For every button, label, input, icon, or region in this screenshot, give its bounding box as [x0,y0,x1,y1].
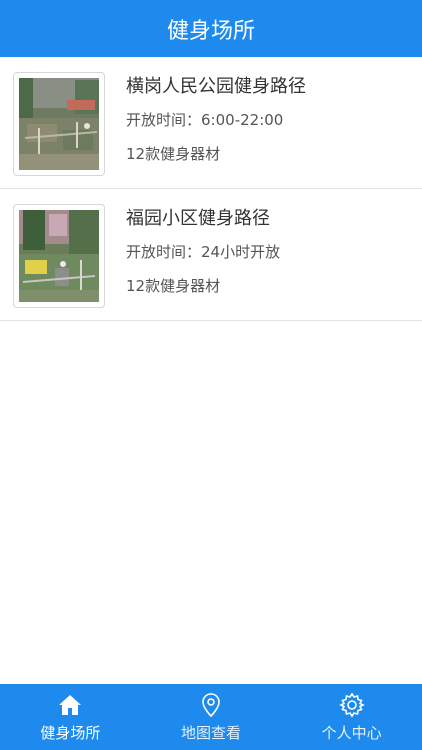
venue-equipment-count: 12款健身器材 [126,277,221,295]
tab-fitness-venues[interactable]: 健身场所 [0,684,141,750]
venue-name: 横岗人民公园健身路径 [126,76,306,97]
app-header: 健身场所 [0,0,422,57]
tab-map-view[interactable]: 地图查看 [141,684,282,750]
venue-card[interactable]: 福园小区健身路径 开放时间：24小时开放 12款健身器材 [0,189,422,321]
tab-label: 健身场所 [40,724,101,742]
page-title: 健身场所 [166,18,255,44]
bottom-tab-bar: 健身场所 地图查看 个人中心 [0,684,422,750]
home-icon [59,695,82,715]
hours-value: 24小时开放 [201,243,281,261]
venue-list: 横岗人民公园健身路径 开放时间：6:00-22:00 12款健身器材 福园小区健… [0,57,422,321]
venue-thumbnail [13,72,105,176]
hours-value: 6:00-22:00 [201,111,284,129]
hours-label: 开放时间： [126,111,202,129]
venue-thumbnail [13,204,105,308]
map-pin-icon [202,693,220,718]
hours-label: 开放时间： [126,243,202,261]
venue-name: 福园小区健身路径 [126,208,270,229]
tab-label: 个人中心 [321,724,382,742]
venue-hours: 开放时间：6:00-22:00 [126,110,412,130]
venue-hours: 开放时间：24小时开放 [126,242,412,262]
gear-icon [338,692,365,718]
tab-personal-center[interactable]: 个人中心 [281,684,422,750]
venue-card[interactable]: 横岗人民公园健身路径 开放时间：6:00-22:00 12款健身器材 [0,57,422,189]
venue-equipment-count: 12款健身器材 [126,145,221,163]
tab-label: 地图查看 [181,724,242,742]
